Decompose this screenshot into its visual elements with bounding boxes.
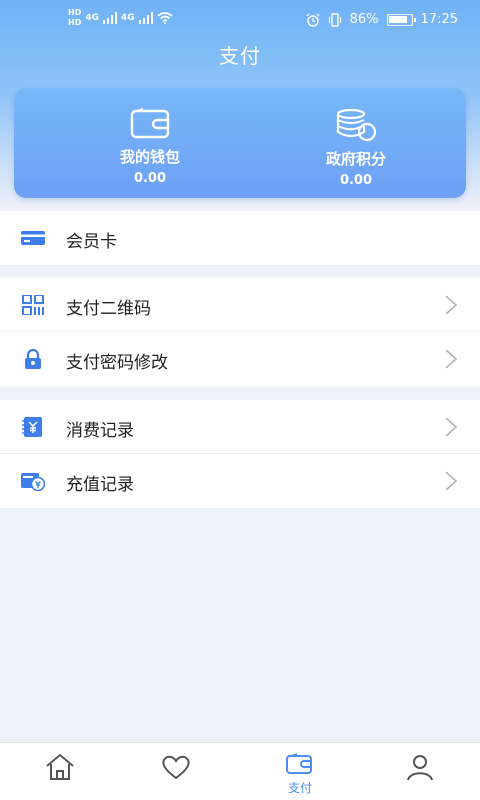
nav-pay[interactable]: 支付 [280, 753, 320, 797]
nav-home[interactable] [40, 753, 80, 797]
menu-label: 消费记录 [66, 421, 134, 441]
wallet-label: 我的钱包 [119, 148, 180, 166]
chevron-right-icon [445, 417, 458, 437]
menu-item-pay-qrcode[interactable]: 支付二维码 [0, 278, 480, 332]
menu-label: 充值记录 [66, 475, 134, 495]
government-points[interactable]: 政府积分 0.00 [276, 108, 436, 188]
my-wallet[interactable]: 我的钱包 0.00 [70, 108, 230, 186]
user-icon [407, 755, 433, 781]
chevron-right-icon [445, 295, 458, 315]
menu-label: 会员卡 [66, 232, 117, 252]
nav-pay-label: 支付 [287, 781, 312, 795]
alarm-icon [306, 13, 320, 27]
menu-item-member-card[interactable]: 会员卡 [0, 211, 480, 265]
bottom-nav: 支付 [0, 742, 480, 800]
wallet-icon [286, 753, 312, 774]
coins-stack-icon [336, 108, 377, 142]
wifi-icon [157, 12, 173, 24]
heart-icon [162, 755, 190, 780]
status-bar: HD HD 4G 4G 86% 17:25 [0, 0, 480, 40]
battery-percent: 86% [349, 12, 379, 27]
hd-badge-2: HD [68, 18, 82, 27]
recharge-icon [21, 473, 45, 491]
payment-section: 支付二维码 支付密码修改 [0, 278, 480, 386]
wallet-balance: 0.00 [133, 171, 167, 186]
menu-label: 支付二维码 [66, 299, 151, 319]
battery-icon [386, 13, 416, 26]
signal-icon [103, 12, 117, 24]
menu-item-pay-password[interactable]: 支付密码修改 [0, 332, 480, 386]
chevron-right-icon [445, 349, 458, 369]
chevron-right-icon [445, 471, 458, 491]
menu-label: 支付密码修改 [66, 353, 168, 373]
menu-item-consume-record[interactable]: 消费记录 [0, 400, 480, 454]
hd-badge-1: HD [68, 8, 82, 17]
nav-favorites[interactable] [156, 753, 196, 797]
nav-profile[interactable] [400, 753, 440, 797]
home-icon [46, 753, 74, 780]
points-balance: 0.00 [339, 173, 373, 188]
status-right: 86% 17:25 [306, 12, 458, 27]
qrcode-icon [22, 295, 44, 315]
page-title: 支付 [219, 44, 261, 68]
network-type-1: 4G [85, 13, 99, 23]
wallet-card: 我的钱包 0.00 政府积分 0.00 [14, 88, 466, 198]
points-label: 政府积分 [325, 150, 386, 168]
member-section: 会员卡 [0, 211, 480, 265]
wallet-icon [130, 108, 170, 139]
network-indicators: HD HD 4G 4G [68, 8, 173, 28]
receipt-icon [22, 417, 42, 437]
battery-fill [388, 15, 407, 23]
network-type-2: 4G [121, 13, 135, 23]
clock: 17:25 [420, 12, 458, 27]
records-section: 消费记录 充值记录 [0, 400, 480, 508]
lock-icon [25, 349, 41, 369]
hd-badges: HD HD [68, 8, 81, 28]
card-icon [21, 231, 45, 245]
menu-item-recharge-record[interactable]: 充值记录 [0, 454, 480, 508]
signal-icon [138, 12, 153, 24]
vibrate-icon [328, 12, 341, 27]
